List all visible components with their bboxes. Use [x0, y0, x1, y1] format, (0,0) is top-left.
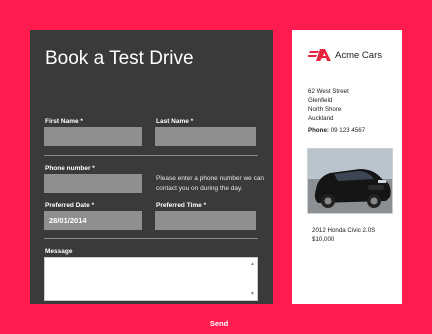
message-label: Message — [45, 248, 73, 255]
car-title: 2012 Honda Civic 2.0S — [312, 227, 376, 234]
date-label: Preferred Date * — [45, 202, 95, 209]
address-line: Glenfield — [308, 97, 333, 104]
first-name-label: First Name * — [45, 118, 83, 125]
time-input[interactable] — [155, 211, 256, 230]
divider — [44, 155, 258, 156]
date-input[interactable]: 28/01/2014 — [44, 211, 142, 230]
dealer-address: 62 West Street Glenfield North Shore Auc… — [308, 87, 349, 123]
phone-input[interactable] — [44, 174, 142, 193]
divider — [44, 238, 258, 239]
dealer-phone: Phone: 09 123 4567 — [308, 127, 365, 134]
phone-help-text: Please enter a phone number we can conta… — [156, 175, 265, 192]
time-label: Preferred Time * — [156, 202, 207, 209]
address-line: Auckland — [308, 115, 334, 122]
scroll-up-icon[interactable]: ▲ — [250, 261, 255, 267]
car-listing[interactable]: 2012 Honda Civic 2.0S $10,000 — [312, 226, 375, 244]
address-line: 62 West Street — [308, 88, 349, 95]
message-textarea[interactable]: ▲ ▼ — [44, 257, 258, 301]
car-photo — [307, 148, 393, 214]
acme-logo-icon — [308, 49, 331, 61]
first-name-input[interactable] — [44, 127, 142, 146]
address-line: North Shore — [308, 106, 342, 113]
form-title: Book a Test Drive — [45, 48, 194, 69]
booking-form: Book a Test Drive First Name * Last Name… — [30, 30, 273, 334]
last-name-input[interactable] — [155, 127, 256, 146]
scroll-down-icon[interactable]: ▼ — [250, 291, 255, 297]
dealer-info-panel: Acme Cars 62 West Street Glenfield North… — [292, 30, 402, 304]
last-name-label: Last Name * — [156, 118, 194, 125]
phone-label: Phone number * — [45, 165, 95, 172]
dealer-name: Acme Cars — [335, 50, 382, 61]
phone-number: 09 123 4567 — [330, 127, 366, 134]
phone-key: Phone: — [308, 127, 329, 134]
send-button[interactable]: Send — [180, 314, 258, 334]
car-price: $10,000 — [312, 236, 335, 243]
